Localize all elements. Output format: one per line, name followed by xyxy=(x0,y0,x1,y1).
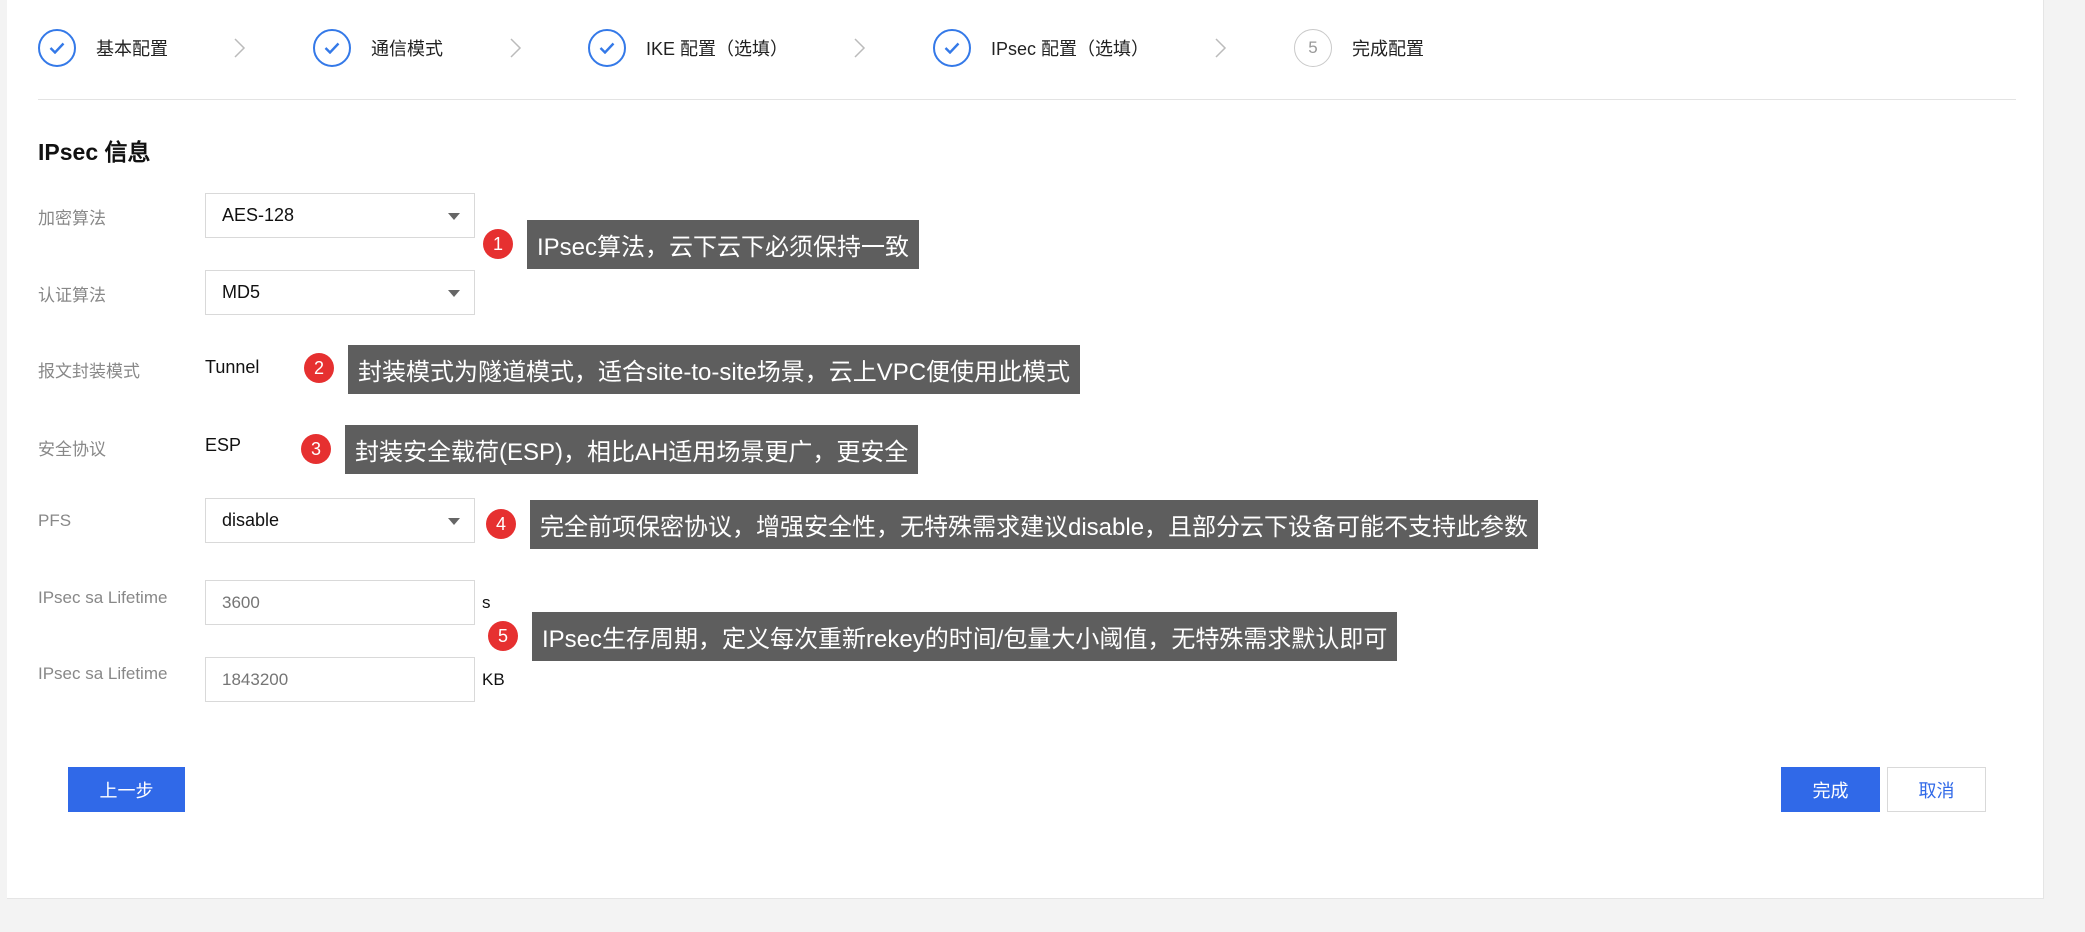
check-icon xyxy=(38,29,76,67)
step-number: 5 xyxy=(1294,29,1332,67)
auth-select[interactable]: MD5 xyxy=(205,270,475,315)
step-ike-config[interactable]: IKE 配置（选填） xyxy=(588,29,788,67)
step-basic-config[interactable]: 基本配置 xyxy=(38,29,168,67)
caret-down-icon xyxy=(448,213,460,220)
step-label: IPsec 配置（选填） xyxy=(991,39,1150,59)
stepper-divider xyxy=(38,99,2016,100)
check-icon xyxy=(313,29,351,67)
step-label: 通信模式 xyxy=(371,39,443,59)
section-title: IPsec 信息 xyxy=(38,139,151,165)
pfs-label: PFS xyxy=(38,511,72,530)
step-label: IKE 配置（选填） xyxy=(646,39,789,59)
annotation-badge: 5 xyxy=(488,621,518,651)
chevron-right-icon xyxy=(510,38,522,58)
lifetime-seconds-unit: s xyxy=(482,593,491,612)
protocol-value: ESP xyxy=(205,435,242,455)
pfs-value: disable xyxy=(222,510,280,530)
encap-mode-value: Tunnel xyxy=(205,357,260,377)
lifetime-seconds-input[interactable] xyxy=(205,580,475,625)
step-ipsec-config[interactable]: IPsec 配置（选填） xyxy=(933,29,1149,67)
step-label: 完成配置 xyxy=(1352,39,1424,59)
previous-step-button[interactable]: 上一步 xyxy=(68,767,185,812)
step-label: 基本配置 xyxy=(96,39,168,59)
encryption-select[interactable]: AES-128 xyxy=(205,193,475,238)
protocol-label: 安全协议 xyxy=(38,440,106,459)
annotation-note: 封装模式为隧道模式，适合site-to-site场景，云上VPC便使用此模式 xyxy=(348,345,1081,394)
encap-mode-label: 报文封装模式 xyxy=(38,362,140,381)
annotation-badge: 2 xyxy=(304,353,334,383)
annotation-note: 完全前项保密协议，增强安全性，无特殊需求建议disable，且部分云下设备可能不… xyxy=(530,500,1539,549)
annotation-badge: 1 xyxy=(483,229,513,259)
pfs-select[interactable]: disable xyxy=(205,498,475,543)
annotation-note: IPsec生存周期，定义每次重新rekey的时间/包量大小阈值，无特殊需求默认即… xyxy=(532,612,1398,661)
check-icon xyxy=(588,29,626,67)
cancel-button[interactable]: 取消 xyxy=(1887,767,1986,812)
lifetime-seconds-label: IPsec sa Lifetime xyxy=(38,588,168,607)
chevron-right-icon xyxy=(1215,38,1227,58)
chevron-right-icon xyxy=(234,38,246,58)
step-finish-config[interactable]: 5 完成配置 xyxy=(1294,29,1424,67)
encryption-label: 加密算法 xyxy=(38,209,106,228)
annotation-badge: 3 xyxy=(301,434,331,464)
annotation-note: IPsec算法，云下云下必须保持一致 xyxy=(527,220,920,269)
annotation-badge: 4 xyxy=(486,509,516,539)
lifetime-kb-label: IPsec sa Lifetime xyxy=(38,664,168,683)
encryption-value: AES-128 xyxy=(222,205,295,225)
chevron-right-icon xyxy=(854,38,866,58)
step-communication-mode[interactable]: 通信模式 xyxy=(313,29,443,67)
lifetime-kb-unit: KB xyxy=(482,670,505,689)
caret-down-icon xyxy=(448,290,460,297)
caret-down-icon xyxy=(448,518,460,525)
auth-label: 认证算法 xyxy=(38,286,106,305)
finish-button[interactable]: 完成 xyxy=(1781,767,1880,812)
lifetime-kb-input[interactable] xyxy=(205,657,475,702)
auth-value: MD5 xyxy=(222,282,261,302)
annotation-note: 封装安全载荷(ESP)，相比AH适用场景更广，更安全 xyxy=(345,425,919,474)
check-icon xyxy=(933,29,971,67)
